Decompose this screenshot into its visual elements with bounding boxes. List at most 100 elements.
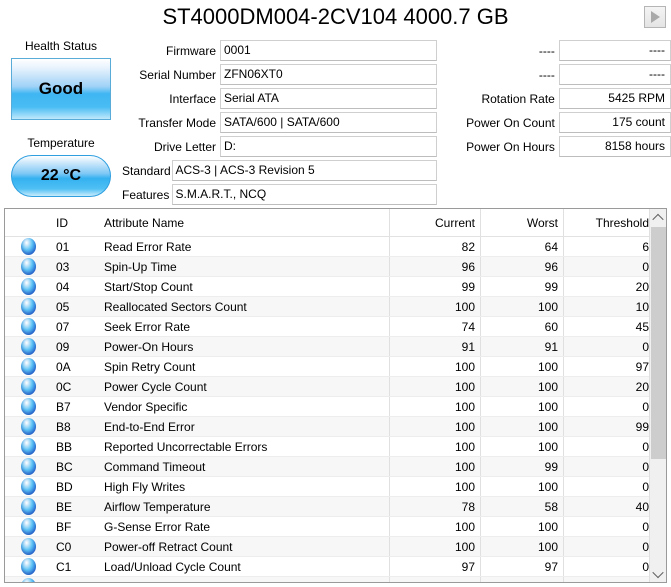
attribute-threshold: 0 [563, 516, 649, 537]
column-header-worst[interactable]: Worst [480, 209, 564, 237]
attribute-worst: 60 [480, 316, 564, 337]
row-status-cell [5, 576, 51, 582]
table-row[interactable]: C1Load/Unload Cycle Count979700000000018… [5, 556, 649, 577]
column-header-id[interactable]: ID [51, 209, 99, 237]
scroll-down-button[interactable] [650, 565, 666, 582]
info-field-row: Standard ACS-3 | ACS-3 Revision 5 [122, 157, 437, 181]
info-field-value[interactable]: D: [220, 136, 437, 157]
info-field-value[interactable]: Serial ATA [220, 88, 437, 109]
status-circle-icon [20, 278, 36, 295]
table-row[interactable]: 0CPower Cycle Count100100200000000000AF [5, 376, 649, 397]
attribute-threshold: 0 [563, 256, 649, 277]
info-field-value[interactable]: 0001 [220, 40, 437, 61]
info-field-label: Rotation Rate [481, 92, 555, 106]
table-row[interactable]: C2Temperature22420001100000016 [5, 576, 649, 582]
attribute-current: 82 [389, 236, 481, 257]
table-row[interactable]: 04Start/Stop Count999920000000000445 [5, 276, 649, 297]
attribute-threshold: 0 [563, 576, 649, 582]
table-row[interactable]: B8End-to-End Error10010099000000000000 [5, 416, 649, 437]
attribute-current: 99 [389, 276, 481, 297]
attribute-current: 78 [389, 496, 481, 517]
attribute-name: Power-off Retract Count [99, 536, 390, 557]
info-field-value[interactable]: ---- [558, 64, 671, 85]
left-field-list: Firmware 0001 Serial Number ZFN06XT0 Interfa… [122, 37, 437, 205]
attribute-name: Power-On Hours [99, 336, 390, 357]
info-field-value[interactable]: 175 count [558, 112, 671, 133]
info-field-value[interactable]: 5425 RPM [558, 88, 671, 109]
scrollbar-thumb[interactable] [651, 227, 666, 459]
column-header-threshold[interactable]: Threshold [563, 209, 649, 237]
attribute-current: 100 [389, 396, 481, 417]
row-status-cell [5, 536, 51, 557]
attribute-id: BB [51, 436, 99, 457]
attribute-name: High Fly Writes [99, 476, 390, 497]
column-header-current[interactable]: Current [389, 209, 481, 237]
status-circle-icon [20, 478, 36, 495]
scroll-up-button[interactable] [650, 209, 666, 226]
row-status-cell [5, 316, 51, 337]
table-row[interactable]: BFG-Sense Error Rate1001000000000000000 [5, 516, 649, 537]
chevron-down-icon [652, 566, 664, 578]
attribute-worst: 91 [480, 336, 564, 357]
attribute-worst: 100 [480, 416, 564, 437]
attribute-current: 100 [389, 456, 481, 477]
attribute-name: End-to-End Error [99, 416, 390, 437]
status-circle-icon [20, 578, 36, 582]
smart-table-scroll-area[interactable]: ID Attribute Name Current Worst Threshol… [5, 209, 649, 582]
info-field-value[interactable]: S.M.A.R.T., NCQ [171, 184, 437, 205]
attribute-worst: 100 [480, 356, 564, 377]
table-row[interactable]: BDHigh Fly Writes1001000000000000000 [5, 476, 649, 497]
status-circle-icon [20, 438, 36, 455]
table-row[interactable]: B7Vendor Specific1001000000000000000 [5, 396, 649, 417]
info-field-value[interactable]: ---- [558, 40, 671, 61]
attribute-id: BE [51, 496, 99, 517]
attribute-threshold: 10 [563, 296, 649, 317]
column-header-status[interactable] [5, 209, 51, 237]
row-status-cell [5, 256, 51, 277]
status-circle-icon [20, 538, 36, 555]
status-circle-icon [20, 498, 36, 515]
attribute-current: 100 [389, 476, 481, 497]
status-circle-icon [20, 298, 36, 315]
table-row[interactable]: BBReported Uncorrectable Errors100100000… [5, 436, 649, 457]
table-row[interactable]: BEAirflow Temperature785840000016150016 [5, 496, 649, 517]
attribute-worst: 99 [480, 456, 564, 477]
row-status-cell [5, 376, 51, 397]
row-status-cell [5, 436, 51, 457]
attribute-id: C1 [51, 556, 99, 577]
attribute-name: Load/Unload Cycle Count [99, 556, 390, 577]
table-row[interactable]: 05Reallocated Sectors Count1001001000000… [5, 296, 649, 317]
status-circle-icon [20, 418, 36, 435]
next-disk-button[interactable] [644, 6, 666, 28]
table-row[interactable]: 07Seek Error Rate74604500000198ABB0 [5, 316, 649, 337]
health-status-label: Health Status [24, 39, 98, 53]
play-right-icon [650, 11, 660, 23]
info-field-value[interactable]: ZFN06XT0 [220, 64, 437, 85]
table-row[interactable]: 09Power-On Hours91910C85D00001FDE [5, 336, 649, 357]
status-circle-icon [20, 458, 36, 475]
table-row[interactable]: 0ASpin Retry Count10010097000000000000 [5, 356, 649, 377]
info-field-value[interactable]: 8158 hours [558, 136, 671, 157]
table-row[interactable]: C0Power-off Retract Count100100000000000… [5, 536, 649, 557]
table-row[interactable]: 03Spin-Up Time96960000000000000 [5, 256, 649, 277]
info-field-value[interactable]: SATA/600 | SATA/600 [220, 112, 437, 133]
attribute-threshold: 0 [563, 456, 649, 477]
attribute-id: B8 [51, 416, 99, 437]
table-row[interactable]: BCCommand Timeout100990000000000001 [5, 456, 649, 477]
row-status-cell [5, 476, 51, 497]
info-field-value[interactable]: ACS-3 | ACS-3 Revision 5 [171, 160, 437, 181]
info-field-label: Serial Number [139, 68, 216, 82]
attribute-name: Spin-Up Time [99, 256, 390, 277]
table-header: ID Attribute Name Current Worst Threshol… [5, 209, 649, 237]
column-header-attribute-name[interactable]: Attribute Name [99, 209, 390, 237]
temperature-button[interactable]: 22 °C [11, 155, 111, 197]
attribute-id: C0 [51, 536, 99, 557]
row-status-cell [5, 236, 51, 257]
attribute-current: 96 [389, 256, 481, 277]
vertical-scrollbar[interactable] [649, 209, 666, 582]
right-field-list: ---- ---- ---- ---- Rotation Rate 5425 RPM Pow… [437, 37, 671, 157]
health-status-button[interactable]: Good [11, 58, 111, 120]
status-circle-icon [20, 338, 36, 355]
table-row[interactable]: 01Read Error Rate826460000088E5B91 [5, 236, 649, 257]
row-status-cell [5, 296, 51, 317]
